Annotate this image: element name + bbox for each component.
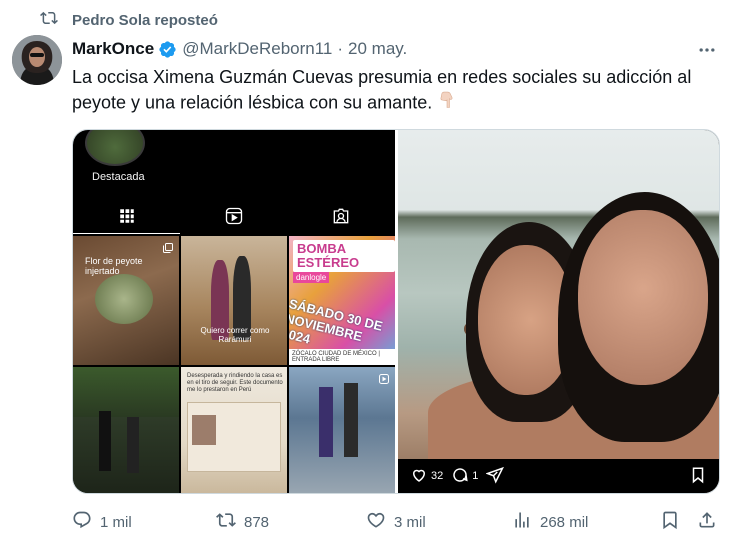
grid-post-runners-crowd: [73, 366, 179, 493]
tweet-text: La occisa Ximena Guzmán Cuevas presumia …: [72, 67, 692, 113]
more-options-icon[interactable]: [697, 40, 717, 60]
ig-bookmark-icon: [689, 466, 707, 487]
author-name[interactable]: MarkOnce: [72, 39, 154, 59]
tweet-header: MarkOnce @MarkDeReborn11 · 20 may.: [72, 38, 407, 60]
point-down-emoji-icon: [437, 90, 457, 117]
crowd-background: [73, 366, 179, 417]
runner-figure: [319, 386, 333, 457]
heart-icon: [366, 510, 386, 534]
repost-action-icon: [216, 510, 236, 534]
tweet-media[interactable]: Destacada Flor de peyote injertado Quier…: [72, 129, 720, 494]
repost-label: Pedro Sola reposteó: [72, 11, 218, 29]
views-button[interactable]: 268 mil: [512, 510, 588, 534]
poster-title: BOMBA ESTÉREO: [293, 240, 395, 272]
ig-likes-count: 32: [431, 470, 444, 482]
ig-grid-tab-icon: [73, 198, 181, 234]
separator-dot: ·: [337, 39, 344, 58]
grid-post-couple: Quiero correr como Rarámuri: [181, 236, 287, 365]
ig-share-icon: [485, 466, 505, 487]
runner-figure: [344, 382, 358, 457]
grid-post-concert-poster: BOMBA ESTÉREO danlogle SÁBADO 30 DE NOVI…: [289, 236, 395, 365]
poster-foot: ZÓCALO CIUDAD DE MÉXICO | ENTRADA LIBRE: [289, 348, 395, 365]
reel-icon: [378, 372, 390, 390]
share-icon: [697, 510, 717, 534]
carousel-icon: [162, 241, 174, 259]
id-photo: [192, 414, 216, 445]
like-button[interactable]: 3 mil: [366, 510, 426, 534]
share-button[interactable]: [697, 510, 717, 534]
runner-figure: [127, 416, 139, 473]
grid-post-caption: Flor de peyote injertado: [85, 256, 143, 276]
tweet-text-container: La occisa Ximena Guzmán Cuevas presumia …: [72, 65, 722, 117]
story-highlight: [85, 130, 145, 166]
ig-comment-icon: [451, 466, 469, 487]
views-count: 268 mil: [540, 513, 589, 531]
like-count: 3 mil: [394, 513, 426, 531]
repost-count: 878: [244, 513, 270, 531]
bookmark-button[interactable]: [660, 510, 680, 534]
bookmark-icon: [660, 510, 680, 534]
tweet-date[interactable]: 20 may.: [348, 39, 407, 59]
document-caption: Desesperada y rindiendo la casa es en el…: [187, 372, 283, 393]
reply-button[interactable]: 1 mil: [72, 510, 132, 534]
face-right: [578, 210, 708, 385]
ig-action-bar: 32 1: [398, 459, 719, 493]
ig-comments: 1: [451, 466, 478, 487]
repost-icon: [40, 9, 58, 31]
avatar[interactable]: [12, 35, 62, 85]
runner-figure: [99, 410, 111, 471]
ig-comments-count: 1: [472, 470, 479, 482]
ig-post-grid: Flor de peyote injertado Quiero correr c…: [73, 236, 395, 493]
poster-sub: danlogle: [293, 272, 330, 283]
ig-reels-tab-icon: [180, 198, 287, 234]
highlight-label: Destacada: [92, 171, 145, 183]
peyote-plant: [95, 274, 153, 324]
repost-banner[interactable]: Pedro Sola reposteó: [40, 10, 218, 30]
grid-post-peyote: Flor de peyote injertado: [73, 236, 179, 365]
author-handle[interactable]: @MarkDeReborn11: [182, 39, 332, 59]
media-image-left[interactable]: Destacada Flor de peyote injertado Quier…: [73, 130, 395, 493]
media-image-right[interactable]: 32 1: [398, 130, 719, 493]
reply-icon: [72, 510, 92, 534]
tweet-actions: 1 mil 878 3 mil 268 mil: [72, 510, 722, 534]
grid-post-document: Desesperada y rindiendo la casa es en el…: [181, 366, 287, 493]
grid-post-marathon: [289, 366, 395, 493]
analytics-icon: [512, 510, 532, 534]
ig-tagged-tab-icon: [288, 198, 395, 234]
verified-badge-icon[interactable]: [158, 40, 177, 59]
ig-heart-icon: [410, 466, 428, 487]
repost-button[interactable]: 878: [216, 510, 269, 534]
grid-post-caption: Quiero correr como Rarámuri: [200, 326, 270, 344]
id-card-image: [187, 401, 281, 472]
ig-likes: 32: [410, 466, 443, 487]
reply-count: 1 mil: [100, 513, 132, 531]
ig-tabs: [73, 198, 395, 234]
